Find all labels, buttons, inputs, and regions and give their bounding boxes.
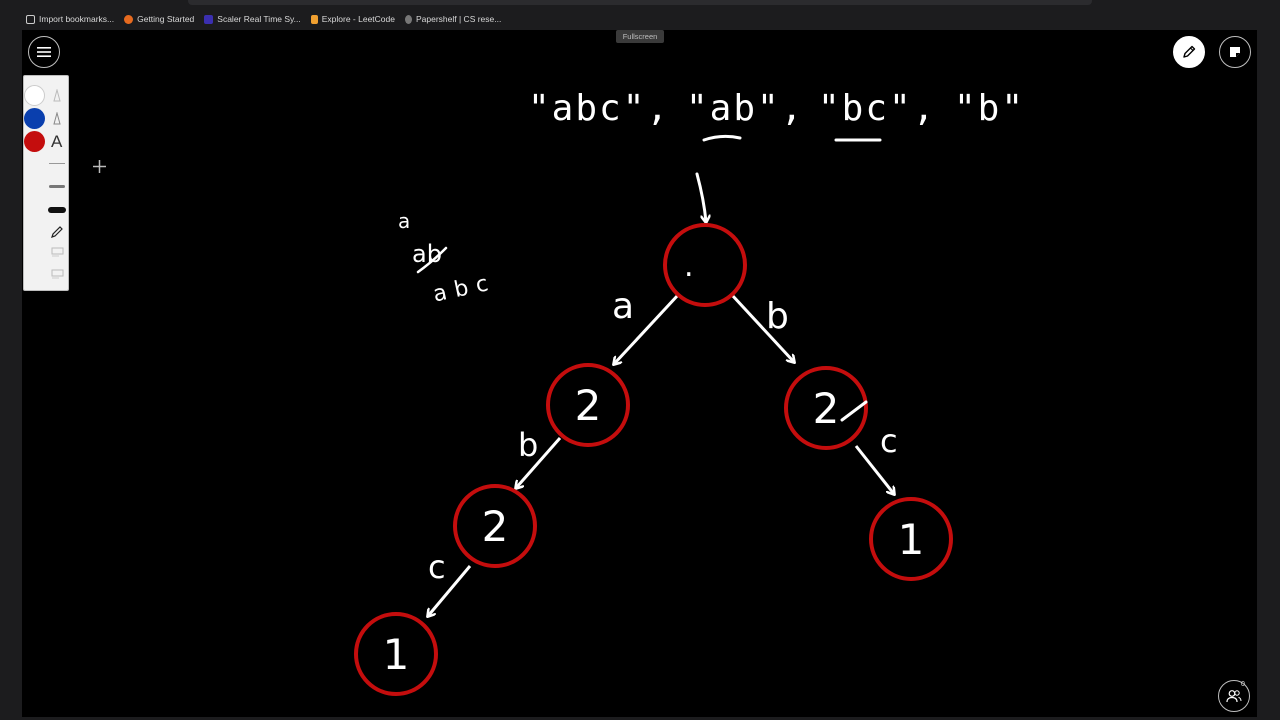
root-label: . [684, 249, 694, 284]
note-a: a [398, 209, 410, 233]
edge-label-b-left: b [518, 426, 538, 464]
edge-label-c-left: c [428, 548, 446, 586]
node-bc-count: 1 [898, 515, 925, 564]
node-b-count: 2 [813, 384, 840, 433]
trie-node-root [663, 223, 747, 307]
node-a-count: 2 [575, 381, 602, 430]
underline-ab [702, 134, 742, 142]
whiteboard-canvas[interactable]: a ab abc a b b c c . 2 2 2 1 1 [0, 0, 1280, 720]
edge-label-a: a [612, 286, 634, 327]
node-ab-count: 2 [482, 502, 509, 551]
root-pointer-arrow [695, 172, 706, 222]
node-abc-count: 1 [383, 630, 410, 679]
note-abc: abc [431, 270, 498, 308]
edge-label-b-root: b [766, 296, 789, 337]
edge-label-c-right: c [880, 422, 898, 460]
node-b-strike [840, 400, 868, 422]
